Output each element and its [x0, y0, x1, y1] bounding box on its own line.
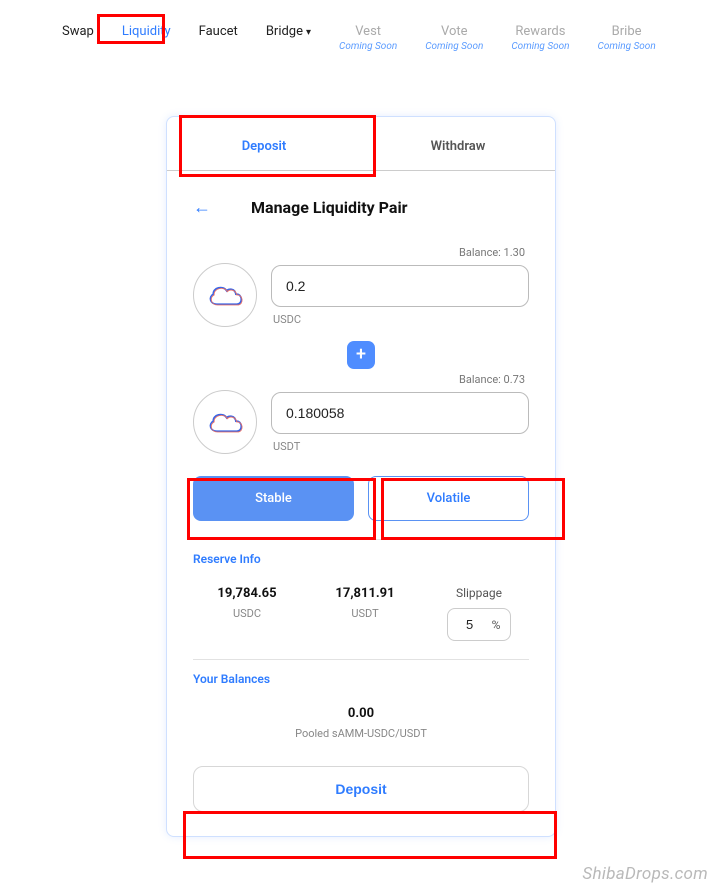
nav-rewards: Rewards Coming Soon — [497, 18, 583, 58]
nav-bribe-label: Bribe — [612, 24, 642, 39]
coming-soon-label: Coming Soon — [425, 41, 483, 52]
cloud-icon — [205, 409, 245, 435]
liquidity-card: Deposit Withdraw ← Manage Liquidity Pair… — [166, 116, 556, 837]
reserve-a-value: 19,784.65 — [193, 586, 301, 601]
reserve-b-value: 17,811.91 — [311, 586, 419, 601]
nav-bribe: Bribe Coming Soon — [584, 18, 670, 58]
nav-vest-label: Vest — [355, 24, 381, 39]
page-title: Manage Liquidity Pair — [251, 198, 408, 217]
slippage-box: % — [447, 608, 512, 641]
nav-vote: Vote Coming Soon — [411, 18, 497, 58]
reserve-info-title: Reserve Info — [193, 552, 529, 566]
watermark: ShibaDrops.com — [582, 864, 708, 884]
token1-symbol: USDT — [271, 440, 529, 453]
nav-vote-label: Vote — [441, 24, 468, 39]
coming-soon-label: Coming Soon — [598, 41, 656, 52]
divider — [193, 659, 529, 660]
nav-swap[interactable]: Swap — [48, 18, 108, 45]
nav-rewards-label: Rewards — [515, 24, 565, 39]
token1-balance: Balance: 0.73 — [193, 373, 529, 386]
coming-soon-label: Coming Soon — [339, 41, 397, 52]
reserve-b-label: USDT — [311, 607, 419, 620]
slippage-percent: % — [492, 618, 501, 632]
back-arrow-icon[interactable]: ← — [193, 197, 211, 218]
token1-icon[interactable] — [193, 390, 257, 454]
token0-amount-input[interactable] — [271, 265, 529, 307]
volatile-button[interactable]: Volatile — [368, 476, 529, 521]
stable-button[interactable]: Stable — [193, 476, 354, 521]
chevron-down-icon: ▾ — [306, 27, 311, 38]
token1-amount-input[interactable] — [271, 392, 529, 434]
coming-soon-label: Coming Soon — [511, 41, 569, 52]
cloud-icon — [205, 282, 245, 308]
slippage-input[interactable] — [458, 617, 482, 632]
divider — [193, 539, 529, 540]
tab-deposit[interactable]: Deposit — [167, 117, 361, 170]
pooled-balance-value: 0.00 — [193, 706, 529, 721]
token0-symbol: USDC — [271, 313, 529, 326]
pooled-balance-label: Pooled sAMM-USDC/USDT — [193, 727, 529, 740]
card-tabs: Deposit Withdraw — [167, 117, 555, 171]
token0-icon[interactable] — [193, 263, 257, 327]
your-balances-title: Your Balances — [193, 672, 529, 686]
tab-withdraw[interactable]: Withdraw — [361, 117, 555, 170]
deposit-button[interactable]: Deposit — [193, 766, 529, 812]
slippage-title: Slippage — [429, 586, 529, 600]
nav-bridge[interactable]: Bridge▾ — [252, 18, 325, 45]
plus-icon: + — [347, 341, 375, 369]
nav-bridge-label: Bridge — [266, 24, 303, 39]
nav-liquidity[interactable]: Liquidity — [108, 18, 185, 45]
nav-vest: Vest Coming Soon — [325, 18, 411, 58]
nav-faucet[interactable]: Faucet — [185, 18, 252, 45]
token0-balance: Balance: 1.30 — [193, 246, 529, 259]
top-nav: Swap Liquidity Faucet Bridge▾ Vest Comin… — [0, 0, 722, 58]
reserve-a-label: USDC — [193, 607, 301, 620]
